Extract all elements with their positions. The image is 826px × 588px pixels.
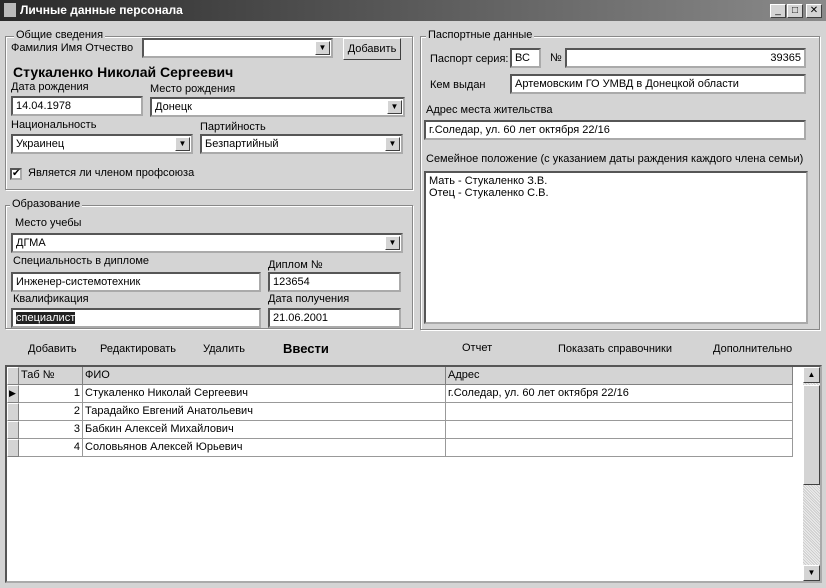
chevron-down-icon[interactable]: ▼ bbox=[387, 100, 402, 114]
cell-address[interactable] bbox=[446, 421, 793, 439]
cell-fio[interactable]: Соловьянов Алексей Юрьевич bbox=[83, 439, 446, 457]
chevron-down-icon[interactable]: ▼ bbox=[175, 137, 190, 151]
add-button[interactable]: Добавить bbox=[28, 343, 77, 355]
family-line: Мать - Стукаленко З.В. bbox=[429, 175, 548, 187]
cell-address[interactable] bbox=[446, 403, 793, 421]
date-received-label: Дата получения bbox=[268, 293, 350, 305]
birth-date-input[interactable]: 14.04.1978 bbox=[11, 96, 143, 116]
scroll-thumb[interactable] bbox=[803, 385, 820, 485]
title-bar: Личные данные персонала bbox=[0, 0, 826, 21]
col-header-tab[interactable]: Таб № bbox=[19, 367, 83, 385]
edit-button[interactable]: Редактировать bbox=[100, 343, 176, 355]
qualification-value: специалист bbox=[16, 312, 76, 324]
delete-button[interactable]: Удалить bbox=[203, 343, 245, 355]
issued-label: Кем выдан bbox=[430, 79, 486, 91]
qualification-label: Квалификация bbox=[13, 293, 89, 305]
row-indicator[interactable]: ▶ bbox=[7, 385, 19, 403]
series-input[interactable]: ВС bbox=[510, 48, 541, 68]
col-header-address[interactable]: Адрес bbox=[446, 367, 793, 385]
cell-tab[interactable]: 2 bbox=[19, 403, 83, 421]
birth-place-combo[interactable]: Донецк ▼ bbox=[150, 97, 405, 117]
cell-fio[interactable]: Бабкин Алексей Михайлович bbox=[83, 421, 446, 439]
show-references-button[interactable]: Показать справочники bbox=[558, 343, 672, 355]
union-checkbox[interactable]: ✔ bbox=[10, 168, 22, 180]
enter-button[interactable]: Ввести bbox=[283, 341, 329, 356]
union-label: Является ли членом профсоюза bbox=[28, 167, 195, 179]
maximize-button[interactable]: □ bbox=[787, 4, 803, 18]
full-name: Стукаленко Николай Сергеевич bbox=[13, 64, 234, 80]
number-input[interactable]: 39365 bbox=[565, 48, 806, 68]
row-indicator[interactable] bbox=[7, 439, 19, 457]
scroll-up-icon[interactable]: ▲ bbox=[803, 367, 820, 383]
number-label: № bbox=[550, 52, 562, 64]
personnel-grid[interactable]: Таб № ФИО Адрес ▶ 1 Стукаленко Николай С… bbox=[5, 365, 822, 583]
chevron-down-icon[interactable]: ▼ bbox=[385, 236, 400, 250]
address-label: Адрес места жительства bbox=[426, 104, 553, 116]
close-button[interactable]: ✕ bbox=[806, 4, 822, 18]
scroll-down-icon[interactable]: ▼ bbox=[803, 565, 820, 581]
chevron-down-icon[interactable]: ▼ bbox=[385, 137, 400, 151]
general-legend: Общие сведения bbox=[14, 29, 106, 41]
cell-tab[interactable]: 3 bbox=[19, 421, 83, 439]
family-label: Семейное положение (с указанием даты раж… bbox=[426, 153, 804, 165]
cell-fio[interactable]: Тарадайко Евгений Анатольевич bbox=[83, 403, 446, 421]
cell-fio[interactable]: Стукаленко Николай Сергеевич bbox=[83, 385, 446, 403]
app-icon bbox=[4, 3, 16, 17]
fio-combo[interactable]: ▼ bbox=[142, 38, 333, 58]
school-label: Место учебы bbox=[15, 217, 82, 229]
nationality-combo[interactable]: Украинец ▼ bbox=[11, 134, 193, 154]
qualification-input[interactable]: специалист bbox=[11, 308, 261, 328]
school-combo[interactable]: ДГМА ▼ bbox=[11, 233, 403, 253]
col-header-fio[interactable]: ФИО bbox=[83, 367, 446, 385]
window-title: Личные данные персонала bbox=[20, 3, 183, 17]
row-indicator[interactable] bbox=[7, 421, 19, 439]
more-button[interactable]: Дополнительно bbox=[713, 343, 792, 355]
family-line: Отец - Стукаленко С.В. bbox=[429, 187, 549, 199]
date-received-input[interactable]: 21.06.2001 bbox=[268, 308, 401, 328]
party-combo[interactable]: Безпартийный ▼ bbox=[200, 134, 403, 154]
education-legend: Образование bbox=[10, 198, 83, 210]
diploma-label: Диплом № bbox=[268, 259, 323, 271]
cell-address[interactable] bbox=[446, 439, 793, 457]
passport-legend: Паспортные данные bbox=[426, 29, 535, 41]
fio-label: Фамилия Имя Отчество bbox=[11, 42, 134, 54]
minimize-button[interactable]: _ bbox=[770, 4, 786, 18]
series-label: Паспорт серия: bbox=[430, 53, 509, 65]
vertical-scrollbar[interactable]: ▲ ▼ bbox=[803, 367, 820, 581]
chevron-down-icon[interactable]: ▼ bbox=[315, 41, 330, 55]
specialty-label: Специальность в дипломе bbox=[13, 255, 150, 267]
cell-tab[interactable]: 4 bbox=[19, 439, 83, 457]
party-label: Партийность bbox=[200, 121, 266, 133]
add-fio-button[interactable]: Добавить bbox=[343, 38, 401, 60]
nationality-label: Национальность bbox=[11, 119, 97, 131]
row-indicator[interactable] bbox=[7, 403, 19, 421]
birth-place-label: Место рождения bbox=[150, 83, 236, 95]
birth-date-label: Дата рождения bbox=[11, 81, 89, 93]
address-input[interactable]: г.Соледар, ул. 60 лет октября 22/16 bbox=[424, 120, 806, 140]
cell-tab[interactable]: 1 bbox=[19, 385, 83, 403]
report-button[interactable]: Отчет bbox=[462, 342, 492, 354]
cell-address[interactable]: г.Соледар, ул. 60 лет октября 22/16 bbox=[446, 385, 793, 403]
issued-input[interactable]: Артемовским ГО УМВД в Донецкой области bbox=[510, 74, 806, 94]
specialty-input[interactable]: Инженер-системотехник bbox=[11, 272, 261, 292]
family-textarea[interactable]: Мать - Стукаленко З.В. Отец - Стукаленко… bbox=[424, 171, 808, 324]
diploma-input[interactable]: 123654 bbox=[268, 272, 401, 292]
